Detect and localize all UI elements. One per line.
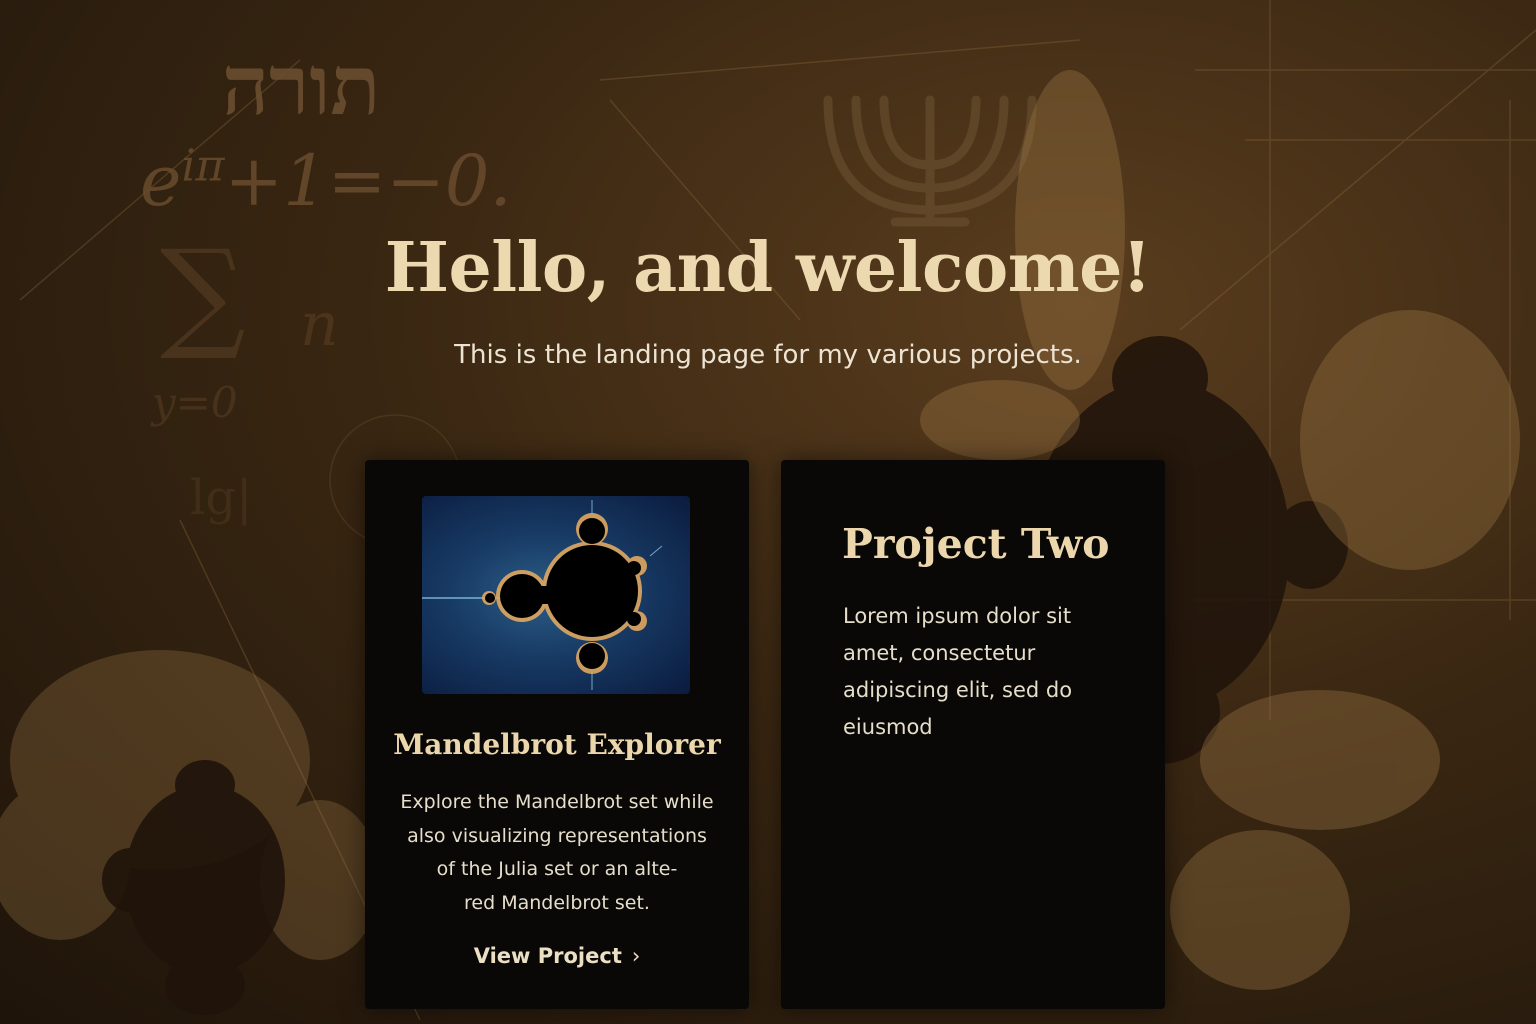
- card-title-project-two: Project Two: [842, 520, 1110, 568]
- y-equals-zero: y=0: [152, 378, 238, 427]
- euler-rest: +1=−0.: [224, 140, 512, 222]
- description-line: amet, consectetur: [843, 641, 1036, 665]
- description-line: also visualizing representations: [407, 824, 707, 847]
- chevron-right-icon: ›: [631, 944, 641, 968]
- description-line: of the Julia set or an alte-: [436, 858, 678, 880]
- project-card-mandelbrot: Mandelbrot Explorer Explore the Mandelbr…: [365, 460, 749, 1009]
- euler-exponent: iπ: [181, 140, 225, 192]
- description-line: Explore the Mandelbrot set while: [400, 791, 714, 813]
- description-line: Lorem ipsum dolor sit: [843, 604, 1072, 628]
- lg-symbol: lg|: [190, 470, 253, 526]
- mandelbrot-image: [422, 500, 663, 690]
- view-project-label: View Project: [473, 944, 622, 968]
- page-title: Hello, and welcome!: [384, 228, 1152, 308]
- fractal-background-art: [0, 0, 1536, 1021]
- project-card-two: Project Two Lorem ipsum dolor sit amet, …: [781, 460, 1165, 1009]
- euler-base: e: [140, 140, 182, 222]
- card-description-project-two: Lorem ipsum dolor sit amet, consectetur …: [843, 598, 1143, 746]
- view-project-link[interactable]: View Project ›: [365, 944, 749, 968]
- torah-hebrew-text: תורה: [222, 38, 381, 134]
- description-line: adipiscing elit, sed do: [843, 678, 1073, 702]
- euler-identity-text: eiπ+1=−0.: [140, 140, 512, 222]
- description-line: red Mandelbrot set.: [464, 891, 650, 914]
- mandelbrot-thumbnail: [422, 496, 690, 694]
- background-decoration: תורה eiπ+1=−0. ∑ n y=0 lg|: [0, 0, 1536, 1024]
- card-title-mandelbrot: Mandelbrot Explorer: [393, 728, 721, 761]
- description-line: eiusmod: [843, 715, 933, 739]
- page-subtitle: This is the landing page for my various …: [454, 340, 1082, 370]
- card-description-mandelbrot: Explore the Mandelbrot set while also vi…: [395, 786, 719, 920]
